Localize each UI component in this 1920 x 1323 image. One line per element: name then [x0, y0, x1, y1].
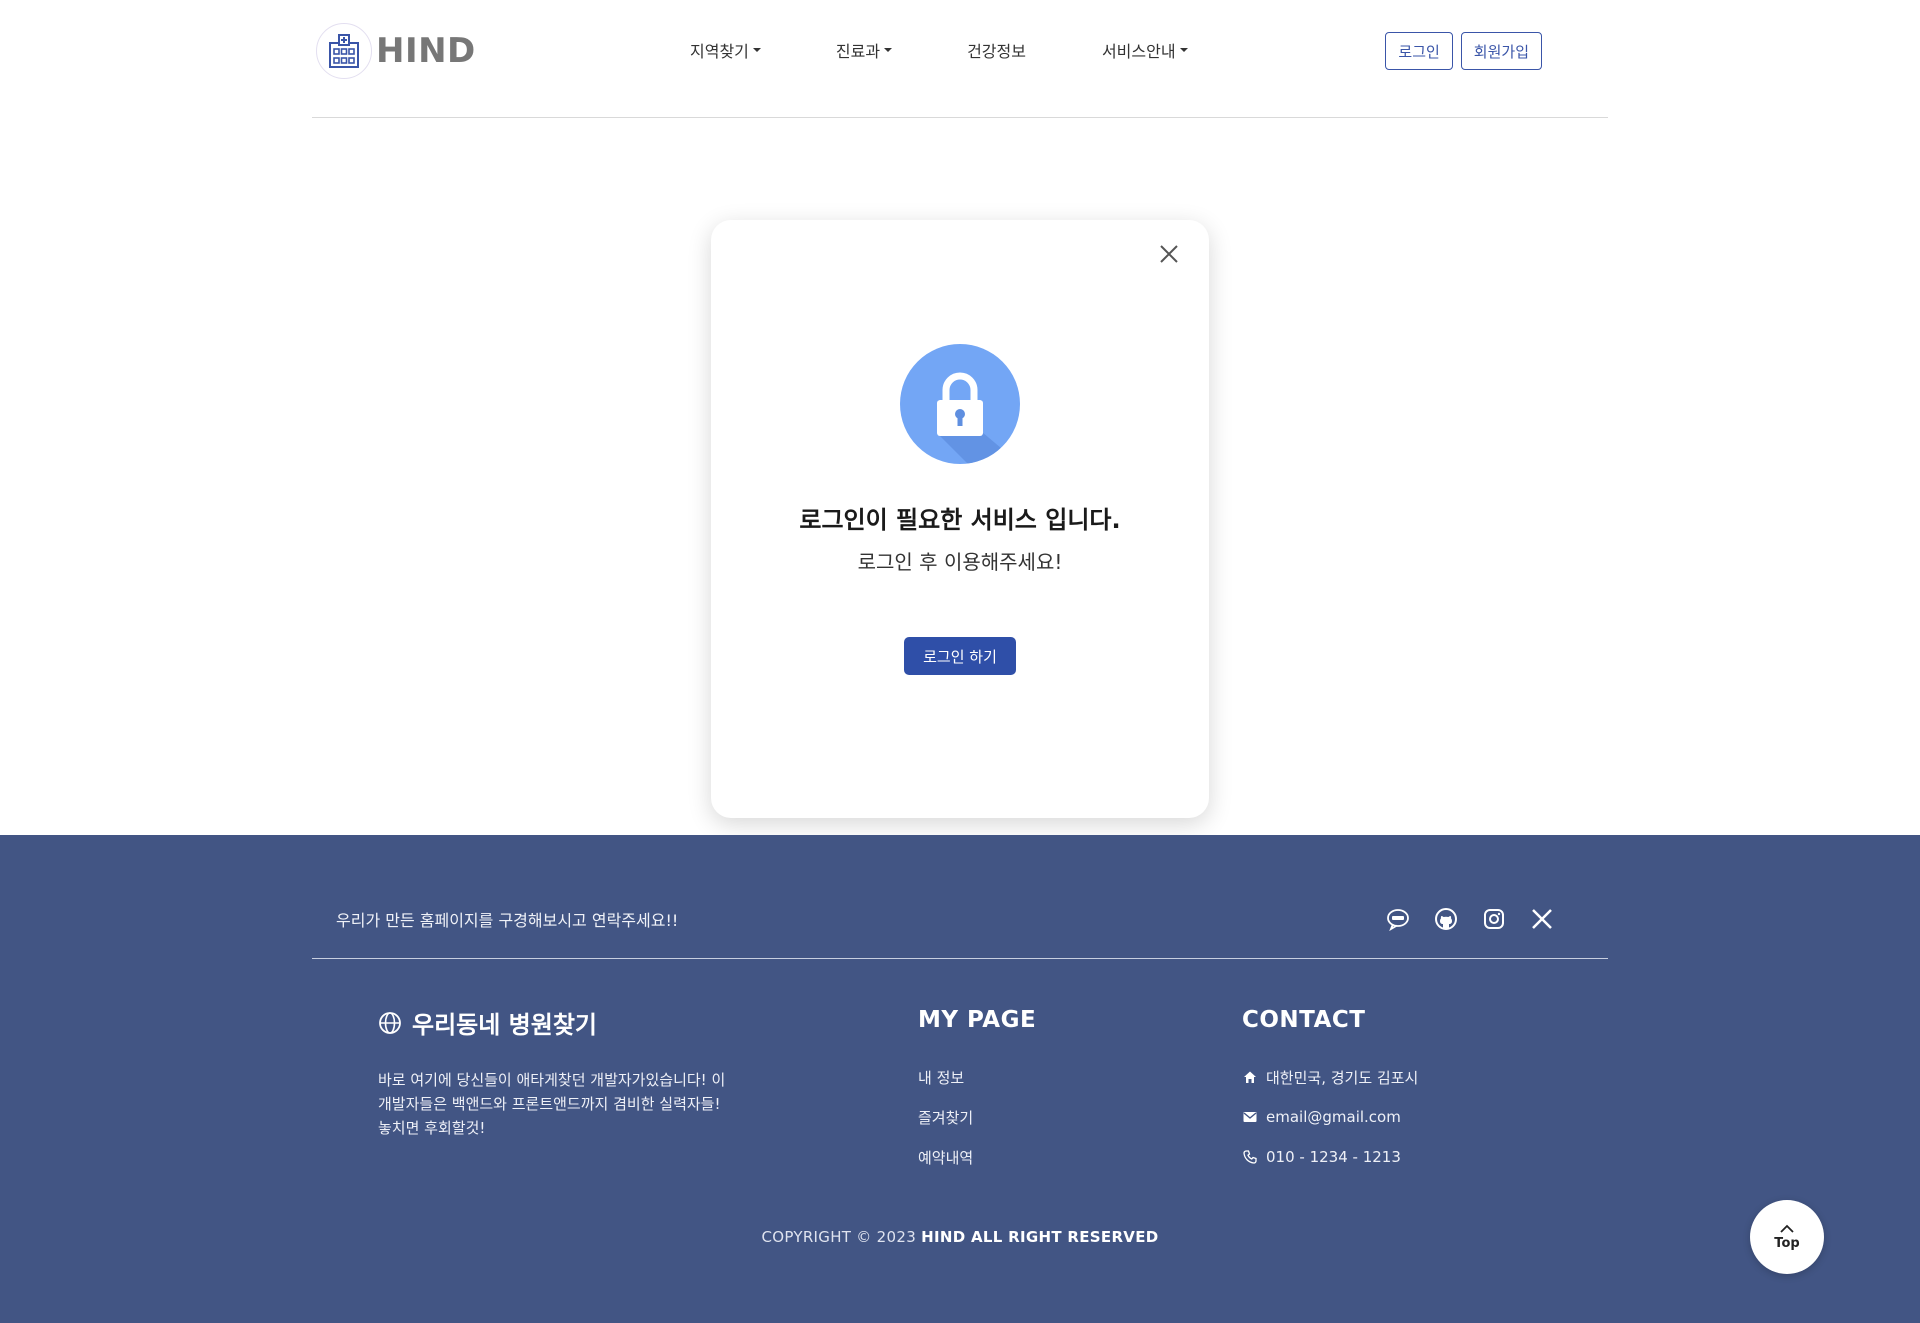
nav-label: 진료과: [835, 42, 881, 61]
email-text: email@gmail.com: [1266, 1108, 1401, 1126]
footer-mypage: MY PAGE 내 정보 즐겨찾기 예약내역: [918, 1007, 1036, 1177]
mail-icon: [1243, 1112, 1257, 1122]
footer-brand: 우리동네 병원찾기 바로 여기에 당신들이 애타게찾던 개발자가있습니다! 이 …: [378, 1005, 798, 1140]
github-icon[interactable]: [1434, 907, 1458, 931]
site-footer: 우리가 만든 홈페이지를 구경해보시고 연락주세요!! 우리동네 병원찾기 바로…: [0, 835, 1920, 1323]
x-icon[interactable]: [1530, 907, 1554, 931]
mypage-title: MY PAGE: [918, 1007, 1037, 1033]
modal-subtitle: 로그인 후 이용해주세요!: [857, 550, 1063, 574]
nav-label: 지역찾기: [690, 42, 749, 61]
phone-text: 010 - 1234 - 1213: [1266, 1148, 1401, 1166]
link-favorites[interactable]: 즐겨찾기: [918, 1097, 1036, 1137]
login-button[interactable]: 로그인: [1385, 32, 1453, 70]
copyright-prefix: COPYRIGHT © 2023: [761, 1228, 917, 1246]
lock-icon: [900, 344, 1020, 464]
contact-title: CONTACT: [1242, 1007, 1366, 1033]
site-logo[interactable]: HIND: [316, 23, 476, 79]
modal-title: 로그인이 필요한 서비스 입니다.: [799, 506, 1121, 534]
site-header: HIND 지역찾기 진료과 건강정보 서비스안내 로그인 회원가입: [312, 0, 1608, 118]
go-login-button[interactable]: 로그인 하기: [904, 637, 1016, 675]
contact-list: 대한민국, 경기도 김포시 email@gmail.com 010 - 1234…: [1242, 1057, 1418, 1177]
logo-text: HIND: [376, 31, 476, 71]
chevron-up-icon: [1780, 1224, 1794, 1233]
link-reservations[interactable]: 예약내역: [918, 1137, 1036, 1177]
kakaotalk-icon[interactable]: [1386, 907, 1410, 931]
footer-brand-title: 우리동네 병원찾기: [378, 1005, 798, 1040]
hospital-icon: [316, 23, 372, 79]
globe-icon: [379, 1011, 401, 1034]
desc-line: 놓치면 후회할것!: [378, 1119, 486, 1137]
mypage-links: 내 정보 즐겨찾기 예약내역: [918, 1057, 1036, 1177]
desc-line: 개발자들은 백앤드와 프론트앤드까지 겸비한 실력자들!: [378, 1095, 721, 1113]
contact-address: 대한민국, 경기도 김포시: [1242, 1057, 1418, 1097]
link-my-info[interactable]: 내 정보: [918, 1057, 1036, 1097]
scroll-top-button[interactable]: Top: [1750, 1200, 1824, 1274]
nav-health-info[interactable]: 건강정보: [967, 38, 1026, 62]
contact-email: email@gmail.com: [1242, 1097, 1418, 1137]
auth-buttons: 로그인 회원가입: [1385, 32, 1542, 70]
nav-service-guide[interactable]: 서비스안내: [1102, 38, 1188, 62]
footer-tagline: 우리가 만든 홈페이지를 구경해보시고 연락주세요!!: [336, 911, 679, 930]
top-label: Top: [1774, 1235, 1800, 1251]
nav-label: 건강정보: [967, 42, 1026, 61]
copyright-strong: HIND ALL RIGHT RESERVED: [921, 1228, 1159, 1246]
nav-label: 서비스안내: [1101, 42, 1176, 61]
caret-down-icon: [1179, 48, 1188, 52]
desc-line: 바로 여기에 당신들이 애타게찾던 개발자가있습니다! 이: [378, 1071, 726, 1089]
signup-button[interactable]: 회원가입: [1460, 32, 1542, 70]
caret-down-icon: [752, 48, 761, 52]
nav-departments[interactable]: 진료과: [835, 38, 893, 62]
home-icon: [1244, 1071, 1256, 1083]
footer-top: 우리가 만든 홈페이지를 구경해보시고 연락주세요!!: [312, 835, 1608, 959]
contact-phone: 010 - 1234 - 1213: [1242, 1137, 1418, 1177]
instagram-icon[interactable]: [1482, 907, 1506, 931]
main-nav: 지역찾기 진료과 건강정보 서비스안내: [690, 38, 1188, 62]
nav-region-search[interactable]: 지역찾기: [690, 38, 761, 62]
address-text: 대한민국, 경기도 김포시: [1266, 1068, 1419, 1087]
caret-down-icon: [884, 48, 893, 52]
footer-brand-desc: 바로 여기에 당신들이 애타게찾던 개발자가있습니다! 이 개발자들은 백앤드와…: [378, 1068, 798, 1140]
footer-contact: CONTACT 대한민국, 경기도 김포시 email@gmail.com 01…: [1242, 1007, 1418, 1177]
copyright: COPYRIGHT © 2023 HIND ALL RIGHT RESERVED: [0, 1228, 1920, 1246]
social-links: [1386, 907, 1554, 931]
close-icon[interactable]: [1155, 240, 1183, 268]
login-required-modal: 로그인이 필요한 서비스 입니다. 로그인 후 이용해주세요! 로그인 하기: [711, 220, 1209, 818]
phone-icon: [1243, 1150, 1257, 1164]
brand-title-text: 우리동네 병원찾기: [412, 1011, 597, 1039]
